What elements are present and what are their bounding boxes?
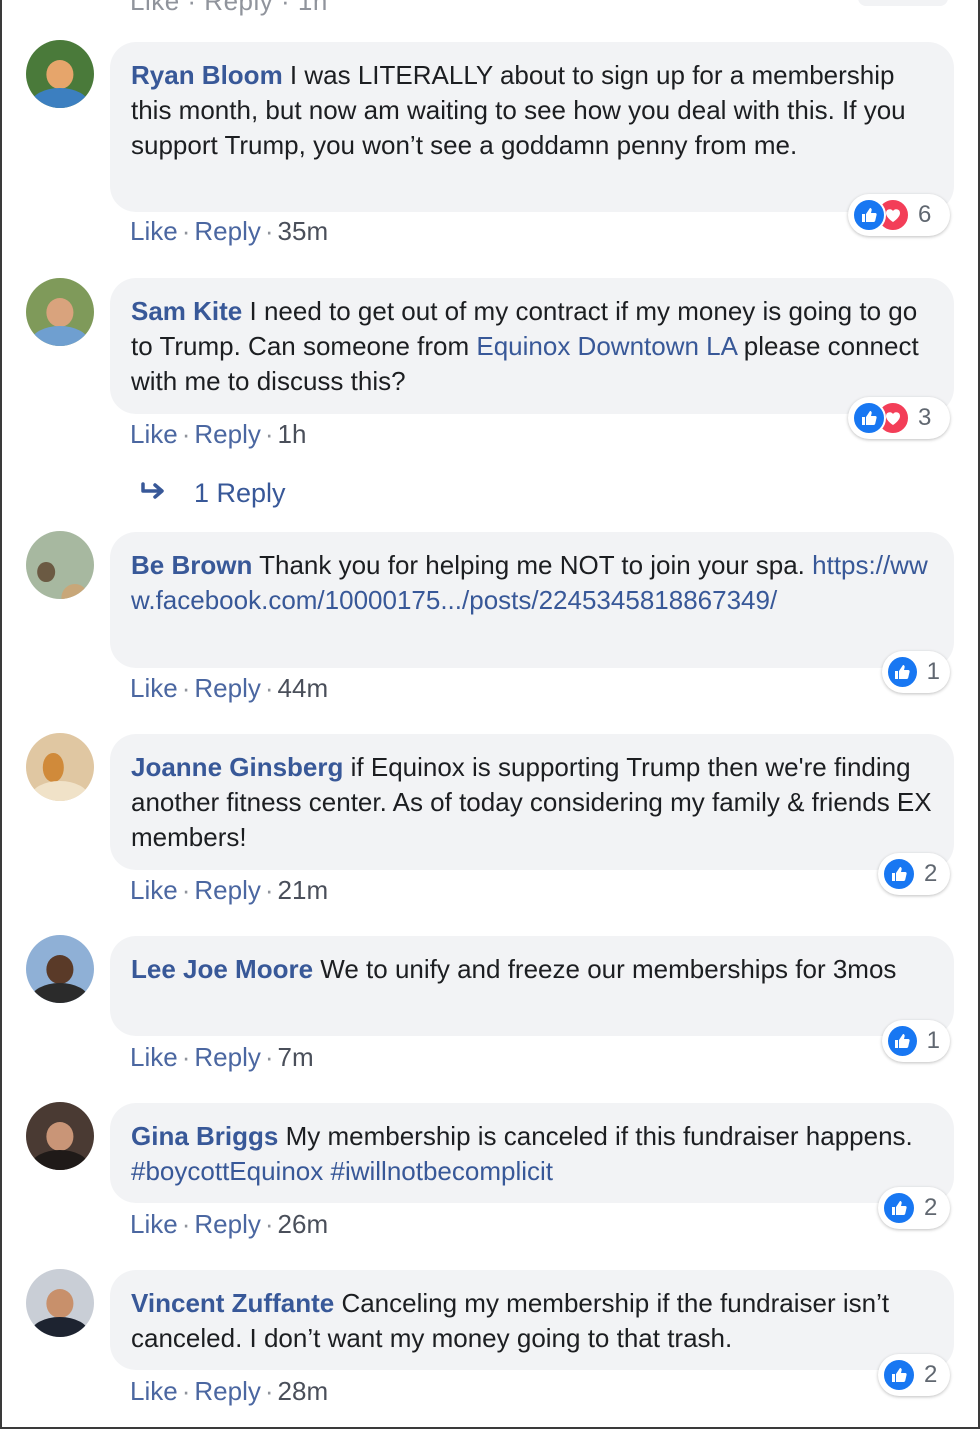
reaction-summary[interactable]: 3 (848, 397, 950, 439)
comment-actions: Like · Reply · 28m (130, 1376, 328, 1407)
reaction-summary[interactable]: 2 (878, 853, 950, 895)
comment-timestamp[interactable]: 1h (278, 419, 307, 449)
like-icon (882, 1358, 916, 1392)
separator: · (181, 419, 191, 449)
comment-author[interactable]: Be Brown (131, 550, 252, 580)
comment-bubble: Vincent Zuffante Canceling my membership… (110, 1270, 954, 1370)
separator: · (264, 1042, 274, 1072)
reply-button[interactable]: Reply (194, 216, 260, 246)
separator: · (264, 419, 274, 449)
reply-button[interactable]: Reply (194, 419, 260, 449)
like-button[interactable]: Like (130, 875, 178, 905)
avatar[interactable] (26, 935, 94, 1003)
avatar[interactable] (26, 531, 94, 599)
avatar[interactable] (26, 1269, 94, 1337)
reaction-count: 6 (918, 201, 932, 228)
avatar[interactable] (26, 1102, 94, 1170)
separator: · (264, 216, 274, 246)
like-icon (852, 198, 886, 232)
separator: · (181, 1042, 191, 1072)
hashtag-link[interactable]: #iwillnotbecomplicit (330, 1156, 553, 1186)
reaction-summary[interactable]: 1 (882, 651, 950, 693)
like-icon (886, 655, 919, 689)
avatar[interactable] (26, 733, 94, 801)
reply-button[interactable]: Reply (194, 1042, 260, 1072)
comment-timestamp[interactable]: 35m (278, 216, 329, 246)
separator: · (264, 875, 274, 905)
page-mention-link[interactable]: Equinox Downtown LA (476, 331, 736, 361)
comment-timestamp[interactable]: 28m (278, 1376, 329, 1406)
comment-actions: Like · Reply · 7m (130, 1042, 314, 1073)
separator: · (181, 1376, 191, 1406)
reaction-summary[interactable]: 1 (882, 1020, 950, 1062)
separator: · (264, 673, 274, 703)
reply-button[interactable]: Reply (194, 1376, 260, 1406)
like-button[interactable]: Like (130, 419, 178, 449)
reaction-count: 2 (924, 860, 938, 887)
hashtag-link[interactable]: #boycottEquinox (131, 1156, 323, 1186)
comment-actions: Like · Reply · 44m (130, 673, 328, 704)
comment-bubble: Ryan Bloom I was LITERALLY about to sign… (110, 42, 954, 212)
comment-actions: Like · Reply · 26m (130, 1209, 328, 1240)
avatar[interactable] (26, 40, 94, 108)
like-icon (882, 1191, 916, 1225)
comment-author[interactable]: Ryan Bloom (131, 60, 283, 90)
reaction-count: 2 (924, 1361, 938, 1388)
reaction-count: 3 (918, 404, 932, 431)
separator: · (264, 1209, 274, 1239)
like-icon (886, 1024, 919, 1058)
like-button[interactable]: Like (130, 1376, 178, 1406)
comment-bubble: Be Brown Thank you for helping me NOT to… (110, 532, 954, 668)
comment-bubble: Lee Joe Moore We to unify and freeze our… (110, 936, 954, 1036)
like-button[interactable]: Like (130, 1042, 178, 1072)
comment-author[interactable]: Lee Joe Moore (131, 954, 313, 984)
reaction-count: 1 (926, 658, 940, 685)
comment-actions: Like · Reply · 1h (130, 419, 306, 450)
comment-actions: Like · Reply · 21m (130, 875, 328, 906)
separator: · (181, 1209, 191, 1239)
comment-author[interactable]: Sam Kite (131, 296, 242, 326)
comment-bubble: Sam Kite I need to get out of my contrac… (110, 278, 954, 414)
comment-timestamp[interactable]: 7m (278, 1042, 314, 1072)
like-icon (852, 401, 886, 435)
comment-timestamp[interactable]: 21m (278, 875, 329, 905)
reply-button[interactable]: Reply (194, 875, 260, 905)
comment-timestamp[interactable]: 44m (278, 673, 329, 703)
comment-author[interactable]: Vincent Zuffante (131, 1288, 334, 1318)
separator: · (181, 875, 191, 905)
comment-timestamp[interactable]: 26m (278, 1209, 329, 1239)
like-button[interactable]: Like (130, 216, 178, 246)
comment-author[interactable]: Joanne Ginsberg (131, 752, 343, 782)
comment-text: Thank you for helping me NOT to join you… (259, 550, 805, 580)
comment-text: My membership is canceled if this fundra… (285, 1121, 913, 1151)
view-replies-link[interactable]: 1 Reply (140, 478, 286, 509)
like-button[interactable]: Like (130, 673, 178, 703)
comment-bubble: Gina Briggs My membership is canceled if… (110, 1103, 954, 1203)
separator: · (264, 1376, 274, 1406)
like-icon (882, 857, 916, 891)
separator: · (181, 673, 191, 703)
reaction-count: 1 (926, 1027, 940, 1054)
comment-text: We to unify and freeze our memberships f… (320, 954, 897, 984)
comment-author[interactable]: Gina Briggs (131, 1121, 278, 1151)
comment-bubble: Joanne Ginsberg if Equinox is supporting… (110, 734, 954, 870)
reaction-summary[interactable]: 2 (878, 1187, 950, 1229)
separator: · (181, 216, 191, 246)
reply-button[interactable]: Reply (194, 1209, 260, 1239)
reaction-summary[interactable]: 6 (848, 194, 950, 236)
reaction-summary[interactable]: 2 (878, 1354, 950, 1396)
comment-actions: Like · Reply · 35m (130, 216, 328, 247)
comments-panel: Like · Reply · 1h Ryan Bloom I was LITER… (0, 0, 980, 1429)
reply-arrow-icon (140, 478, 174, 509)
avatar[interactable] (26, 278, 94, 346)
replies-count-label[interactable]: 1 Reply (194, 478, 286, 509)
like-button[interactable]: Like (130, 1209, 178, 1239)
reply-button[interactable]: Reply (194, 673, 260, 703)
previous-reactions (858, 0, 948, 6)
previous-comment-actions: Like · Reply · 1h (130, 0, 328, 16)
reaction-count: 2 (924, 1194, 938, 1221)
